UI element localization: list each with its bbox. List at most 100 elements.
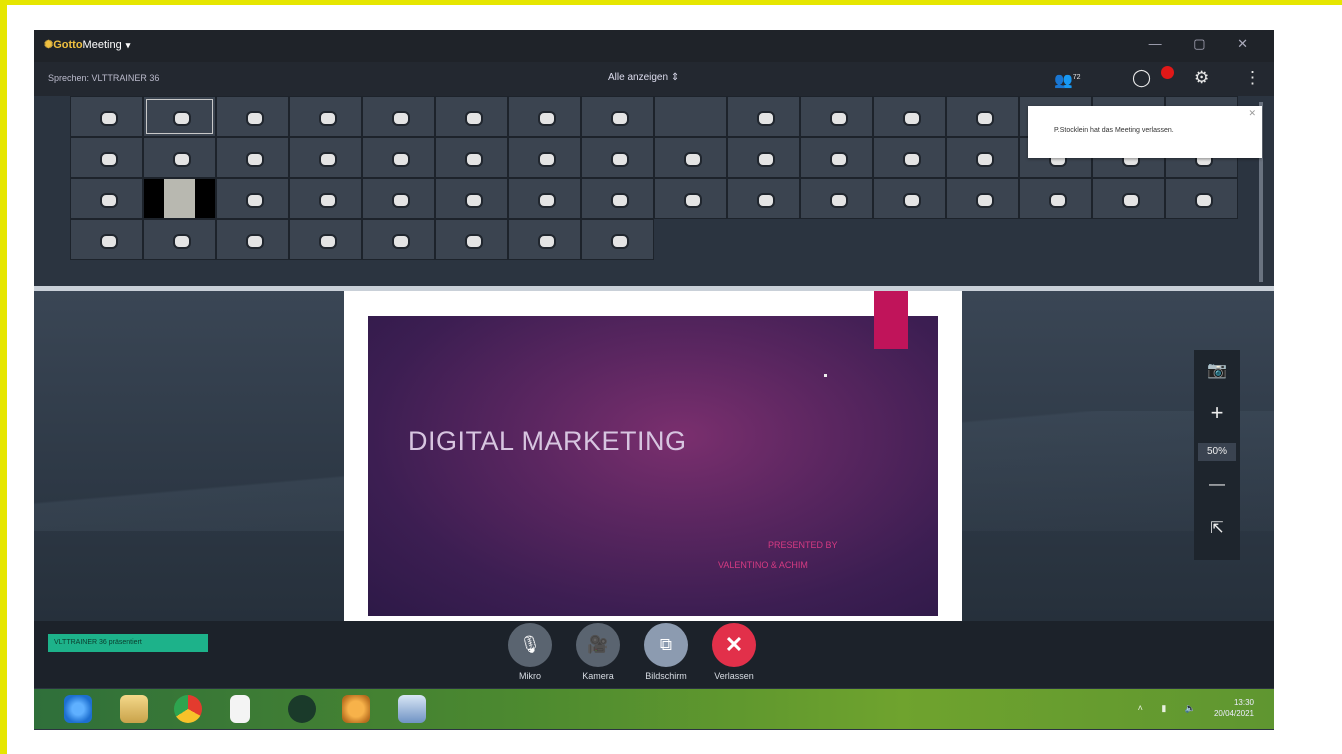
participant-tile[interactable] <box>654 137 727 178</box>
participant-tile[interactable] <box>362 96 435 137</box>
window-controls[interactable]: — ▢ ✕ <box>1149 36 1262 52</box>
gotomeeting-taskbar-icon[interactable] <box>342 695 370 723</box>
word-icon[interactable] <box>398 695 426 723</box>
popout-icon[interactable]: ⇱ <box>1194 518 1240 538</box>
presenter-status: VLTTRAINER 36 präsentiert <box>48 634 208 652</box>
zoom-out-button[interactable]: — <box>1194 476 1240 494</box>
participant-tile[interactable] <box>216 96 289 137</box>
participant-tile[interactable] <box>800 96 873 137</box>
system-tray[interactable]: ˄ ▮ 🔈 <box>1138 703 1204 714</box>
logo-rest: Meeting <box>82 39 122 51</box>
settings-icon[interactable]: ⚙ <box>1194 68 1209 88</box>
shared-screen: DIGITAL MARKETING PRESENTED BY VALENTINO… <box>344 291 962 621</box>
taskbar-clock[interactable]: 13:30 20/04/2021 <box>1214 697 1254 719</box>
clock-time: 13:30 <box>1233 698 1254 707</box>
participant-tile[interactable] <box>727 178 800 219</box>
meeting-window: ✺GottoMeeting ▾ — ▢ ✕ Sprechen: VLTTRAINE… <box>34 30 1274 730</box>
participant-tile[interactable] <box>946 96 1019 137</box>
camera-label: Kamera <box>582 671 614 681</box>
participant-tile[interactable] <box>800 137 873 178</box>
participant-tile[interactable] <box>508 219 581 260</box>
power-app-icon[interactable] <box>288 695 316 723</box>
participant-tile[interactable] <box>873 137 946 178</box>
participant-tile[interactable] <box>143 137 216 178</box>
participants-icon: 👥 <box>1054 72 1073 89</box>
participants-count: 72 <box>1072 74 1081 81</box>
participant-tile-video[interactable] <box>143 178 216 219</box>
slide-title: DIGITAL MARKETING <box>408 426 687 456</box>
participant-tile-video[interactable] <box>654 96 727 137</box>
zoom-level: 50% <box>1198 443 1236 461</box>
frame-top-border <box>0 0 1342 5</box>
camera-button[interactable]: 🎥 <box>576 623 620 667</box>
zoom-in-button[interactable]: + <box>1194 400 1240 426</box>
app-menu[interactable]: ✺GottoMeeting ▾ <box>44 38 130 51</box>
participant-tile[interactable] <box>143 96 216 137</box>
participant-tile[interactable] <box>216 137 289 178</box>
logo-brand: Gotto <box>53 39 83 51</box>
participant-tile[interactable] <box>362 178 435 219</box>
slide-subtitle-1: PRESENTED BY <box>768 540 838 550</box>
participant-tile[interactable] <box>435 178 508 219</box>
info-bar: Sprechen: VLTTRAINER 36 Alle anzeigen ⇕ … <box>34 62 1274 96</box>
windows-taskbar: ˄ ▮ 🔈 13:30 20/04/2021 <box>34 689 1274 729</box>
participant-tile[interactable] <box>508 178 581 219</box>
participant-tile[interactable] <box>1019 178 1092 219</box>
participant-tile[interactable] <box>216 178 289 219</box>
screen-share-icon: ⧉ <box>659 635 673 654</box>
file-explorer-icon[interactable] <box>120 695 148 723</box>
slide-bookmark-ribbon <box>874 291 908 349</box>
view-selector[interactable]: Alle anzeigen ⇕ <box>608 72 679 83</box>
chevron-down-icon: ▾ <box>125 40 131 50</box>
screen-share-button[interactable]: ⧉ <box>644 623 688 667</box>
participant-tile[interactable] <box>1092 178 1165 219</box>
participant-tile[interactable] <box>581 137 654 178</box>
participant-tile[interactable] <box>946 137 1019 178</box>
participant-tile[interactable] <box>70 137 143 178</box>
slide-subtitle-2: VALENTINO & ACHIM <box>718 560 808 570</box>
participant-tile[interactable] <box>435 96 508 137</box>
screen-share-label: Bildschirm <box>645 671 687 681</box>
participant-tile[interactable] <box>946 178 1019 219</box>
participant-tile[interactable] <box>873 96 946 137</box>
participant-tile[interactable] <box>70 96 143 137</box>
camera-icon[interactable]: 📷 <box>1194 360 1240 380</box>
participant-tile[interactable] <box>727 96 800 137</box>
participant-tile[interactable] <box>70 178 143 219</box>
participant-tile[interactable] <box>654 178 727 219</box>
participant-tile[interactable] <box>362 137 435 178</box>
chrome-icon[interactable] <box>174 695 202 723</box>
participant-tile[interactable] <box>362 219 435 260</box>
participants-button[interactable]: 👥72 <box>1054 68 1080 91</box>
participant-tile[interactable] <box>800 178 873 219</box>
participant-tile[interactable] <box>727 137 800 178</box>
close-icon[interactable]: ✕ <box>1248 108 1256 119</box>
participant-tile[interactable] <box>289 219 362 260</box>
participant-tile[interactable] <box>581 178 654 219</box>
participant-tile[interactable] <box>70 219 143 260</box>
participant-tile[interactable] <box>216 219 289 260</box>
participant-tile[interactable] <box>435 137 508 178</box>
participant-tile[interactable] <box>1165 178 1238 219</box>
participant-tile[interactable] <box>289 178 362 219</box>
zoom-toolbar: 📷 + 50% — ⇱ <box>1194 350 1240 560</box>
mouse-cursor <box>824 374 827 377</box>
microphone-button[interactable]: 🎙 <box>508 623 552 667</box>
internet-explorer-icon[interactable] <box>64 695 92 723</box>
clock-date: 20/04/2021 <box>1213 709 1254 718</box>
participant-tile[interactable] <box>289 137 362 178</box>
participant-tile[interactable] <box>873 178 946 219</box>
participant-tile[interactable] <box>581 96 654 137</box>
microphone-icon: 🎙 <box>519 635 541 654</box>
more-options-icon[interactable]: ⋮ <box>1244 68 1261 88</box>
participant-tile[interactable] <box>508 96 581 137</box>
participant-tile[interactable] <box>435 219 508 260</box>
participant-tile[interactable] <box>581 219 654 260</box>
participant-tile[interactable] <box>289 96 362 137</box>
participant-tile[interactable] <box>143 219 216 260</box>
chat-icon[interactable]: ◯ <box>1132 68 1151 88</box>
bottom-control-bar: VLTTRAINER 36 präsentiert 🎙 Mikro 🎥 Kame… <box>34 621 1274 688</box>
document-icon[interactable] <box>230 695 250 723</box>
leave-button[interactable]: ✕ <box>712 623 756 667</box>
participant-tile[interactable] <box>508 137 581 178</box>
